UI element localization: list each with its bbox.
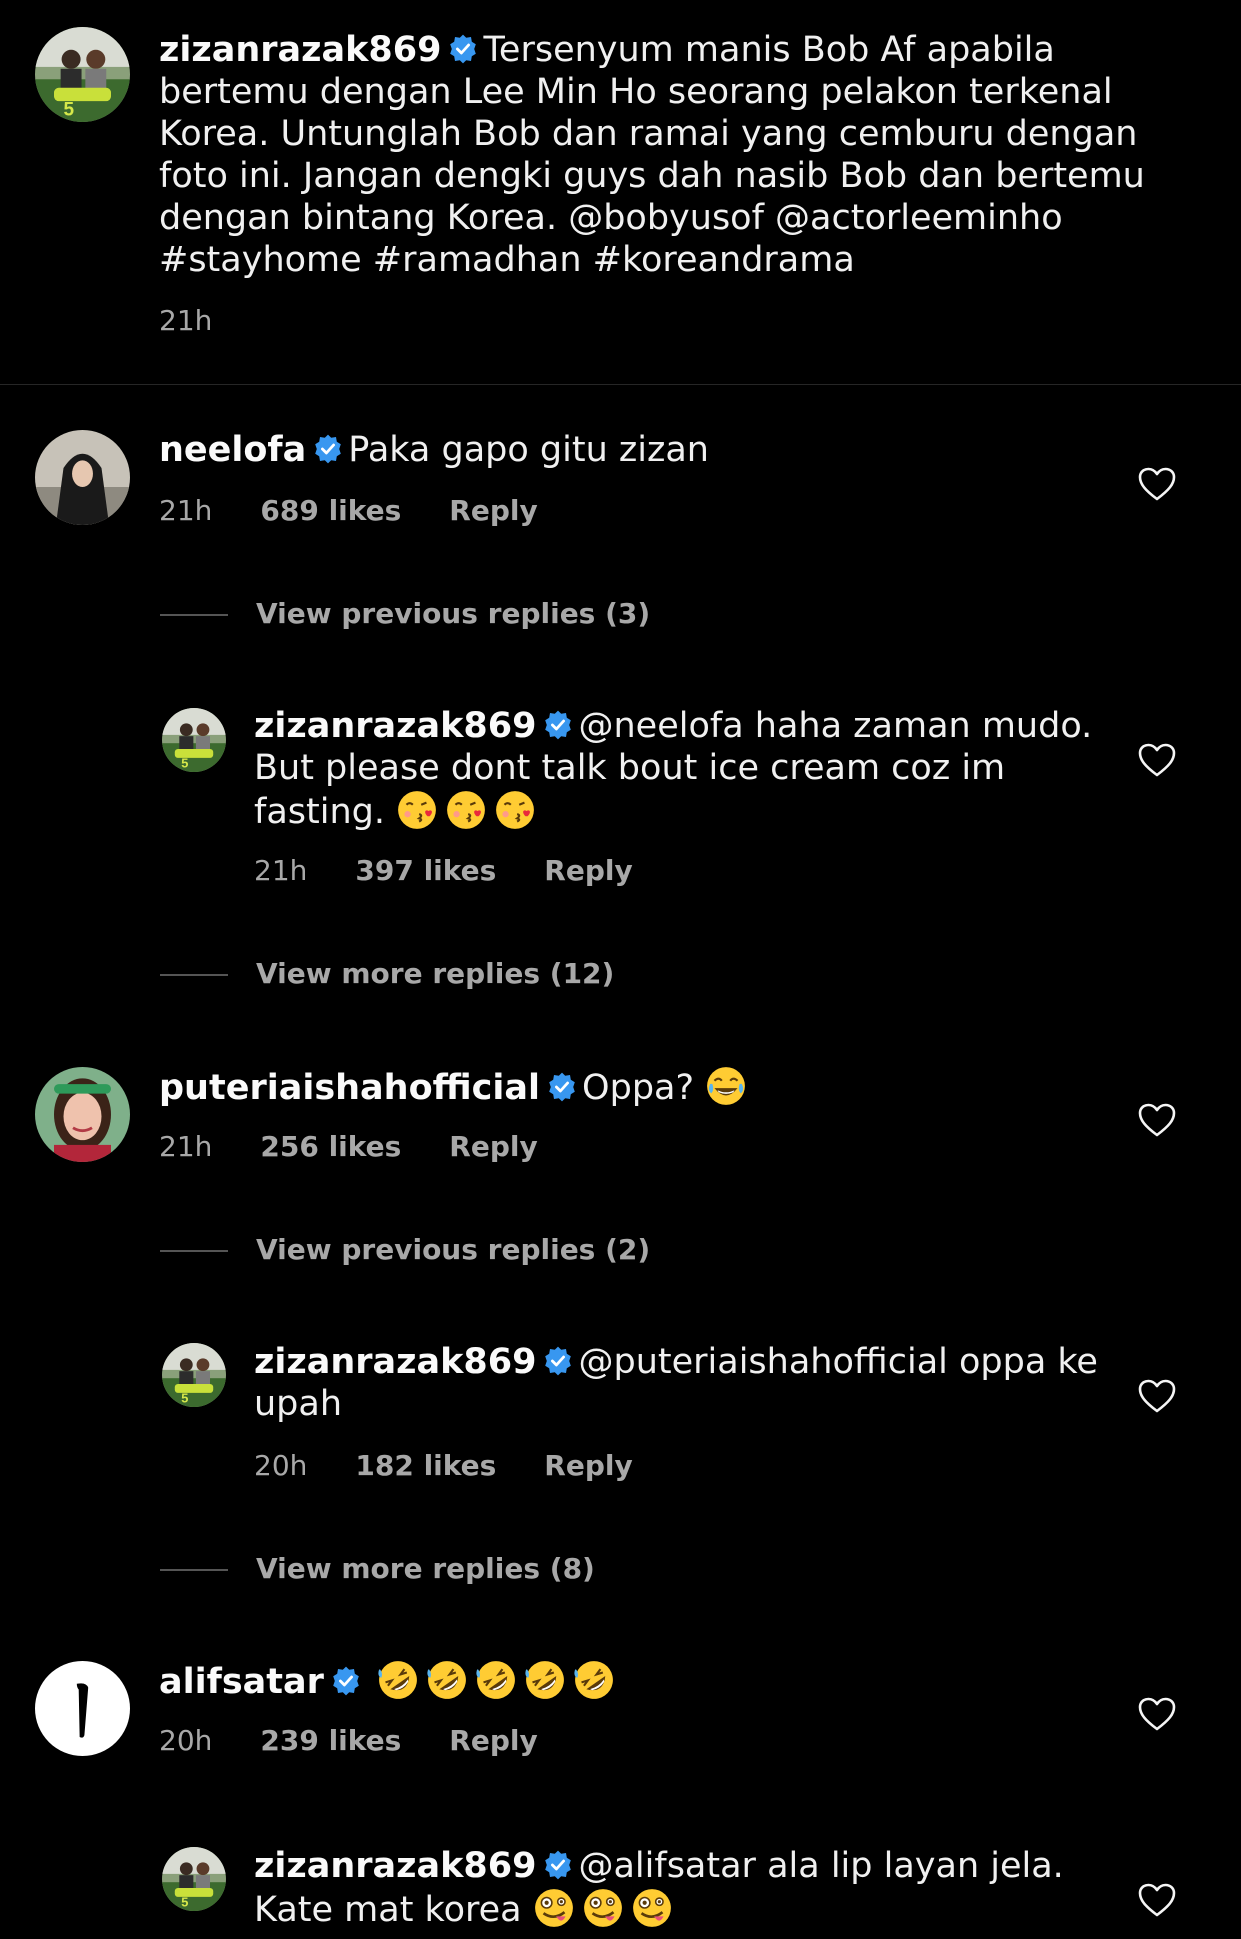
reply-button[interactable]: Reply	[544, 1449, 632, 1482]
kissing-face-emoji	[445, 789, 487, 831]
timestamp: 21h	[159, 1130, 213, 1163]
comment-username[interactable]: neelofa	[159, 430, 306, 470]
view-more-replies[interactable]: View more replies (12)	[160, 957, 614, 997]
reply-button[interactable]: Reply	[449, 1130, 537, 1163]
comment-body: neelofa Paka gapo gitu zizan	[159, 429, 1099, 471]
view-previous-replies[interactable]: View previous replies (3)	[160, 597, 650, 637]
caption-body: zizanrazak869 Tersenyum manis Bob Af apab…	[159, 29, 1199, 281]
reply-meta: 21h 397 likes Reply	[254, 854, 633, 887]
zany-face-emoji	[582, 1887, 624, 1929]
comment-text: Oppa?	[582, 1068, 695, 1108]
likes-count[interactable]: 239 likes	[260, 1724, 401, 1757]
verified-badge-icon	[542, 709, 574, 741]
caption-meta: 21h	[159, 304, 212, 337]
reply-body: zizanrazak869 @alifsatar ala lip layan je…	[254, 1845, 1114, 1931]
view-more-label[interactable]: View more replies (8)	[256, 1552, 595, 1585]
comment-meta: 20h 239 likes Reply	[159, 1724, 538, 1757]
reply-button[interactable]: Reply	[449, 494, 537, 527]
avatar[interactable]	[35, 1661, 130, 1756]
comment-username[interactable]: alifsatar	[159, 1662, 324, 1702]
timestamp: 21h	[159, 304, 213, 337]
tears-of-joy-emoji	[705, 1065, 747, 1107]
comment-body: puteriaishahofficial Oppa?	[159, 1065, 1099, 1109]
divider	[160, 974, 228, 976]
verified-badge-icon	[312, 433, 344, 465]
timestamp: 20h	[159, 1724, 213, 1757]
avatar[interactable]	[162, 1847, 226, 1911]
post-caption: zizanrazak869 Tersenyum manis Bob Af apab…	[0, 0, 1241, 384]
reply-body: zizanrazak869 @neelofa haha zaman mudo. B…	[254, 705, 1114, 833]
divider	[160, 1250, 228, 1252]
likes-count[interactable]: 689 likes	[260, 494, 401, 527]
reply-button[interactable]: Reply	[544, 854, 632, 887]
like-heart-icon[interactable]	[1137, 1102, 1177, 1138]
kissing-face-emoji	[494, 789, 536, 831]
verified-badge-icon	[447, 33, 479, 65]
divider	[0, 384, 1241, 385]
rolling-laughing-emoji	[573, 1659, 615, 1701]
reply-meta: 20h 182 likes Reply	[254, 1449, 633, 1482]
rolling-laughing-emoji	[475, 1659, 517, 1701]
timestamp: 20h	[254, 1449, 308, 1482]
comment-meta: 21h 256 likes Reply	[159, 1130, 538, 1163]
avatar[interactable]	[162, 1343, 226, 1407]
avatar[interactable]	[35, 430, 130, 525]
view-previous-replies[interactable]: View previous replies (2)	[160, 1233, 650, 1273]
likes-count[interactable]: 256 likes	[260, 1130, 401, 1163]
avatar[interactable]	[162, 708, 226, 772]
reply-username[interactable]: zizanrazak869	[254, 1342, 536, 1382]
view-more-replies[interactable]: View more replies (8)	[160, 1552, 595, 1592]
verified-badge-icon	[546, 1071, 578, 1103]
like-heart-icon[interactable]	[1137, 1882, 1177, 1918]
reply-username[interactable]: zizanrazak869	[254, 1846, 536, 1886]
zany-face-emoji	[533, 1887, 575, 1929]
verified-badge-icon	[542, 1849, 574, 1881]
likes-count[interactable]: 182 likes	[355, 1449, 496, 1482]
reply-body: zizanrazak869 @puteriaishahofficial oppa …	[254, 1341, 1114, 1425]
rolling-laughing-emoji	[377, 1659, 419, 1701]
comment-meta: 21h 689 likes Reply	[159, 494, 538, 527]
zany-face-emoji	[631, 1887, 673, 1929]
comment-username[interactable]: puteriaishahofficial	[159, 1068, 540, 1108]
divider	[160, 614, 228, 616]
verified-badge-icon	[542, 1345, 574, 1377]
kissing-face-emoji	[396, 789, 438, 831]
view-previous-label[interactable]: View previous replies (3)	[256, 597, 650, 630]
like-heart-icon[interactable]	[1137, 1696, 1177, 1732]
rolling-laughing-emoji	[524, 1659, 566, 1701]
reply-username[interactable]: zizanrazak869	[254, 706, 536, 746]
comment-body: alifsatar	[159, 1659, 1099, 1703]
avatar[interactable]	[35, 1067, 130, 1162]
reply-button[interactable]: Reply	[449, 1724, 537, 1757]
timestamp: 21h	[159, 494, 213, 527]
likes-count[interactable]: 397 likes	[355, 854, 496, 887]
rolling-laughing-emoji	[426, 1659, 468, 1701]
verified-badge-icon	[330, 1665, 362, 1697]
timestamp: 21h	[254, 854, 308, 887]
avatar[interactable]	[35, 27, 130, 122]
view-previous-label[interactable]: View previous replies (2)	[256, 1233, 650, 1266]
like-heart-icon[interactable]	[1137, 742, 1177, 778]
divider	[160, 1569, 228, 1571]
caption-username[interactable]: zizanrazak869	[159, 30, 441, 70]
like-heart-icon[interactable]	[1137, 1378, 1177, 1414]
view-more-label[interactable]: View more replies (12)	[256, 957, 614, 990]
like-heart-icon[interactable]	[1137, 466, 1177, 502]
comment-text: Paka gapo gitu zizan	[348, 430, 709, 470]
